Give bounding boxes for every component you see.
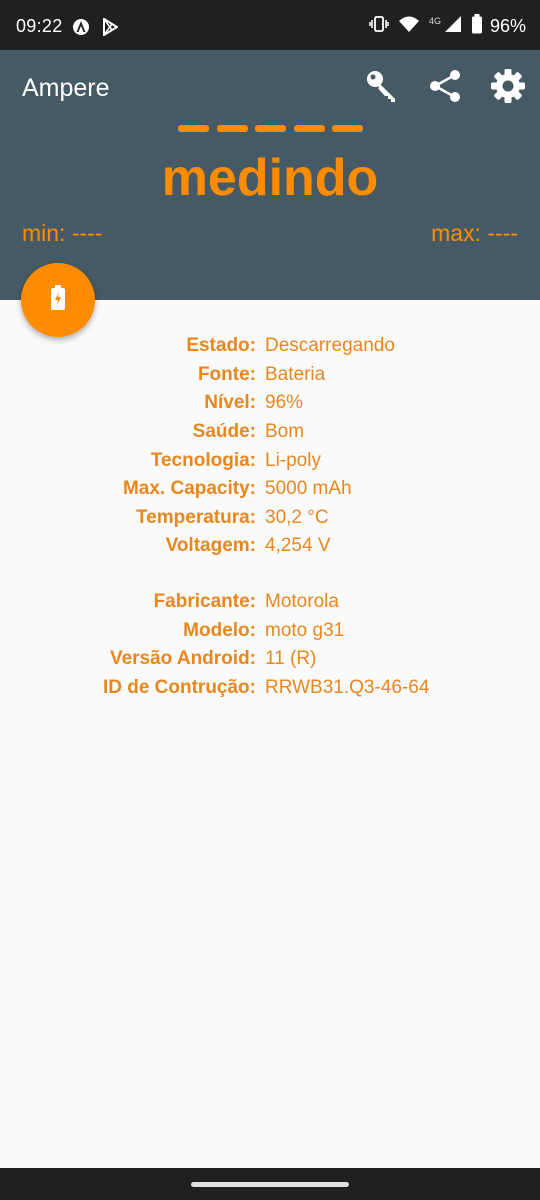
measurement-placeholder-dashes bbox=[178, 125, 363, 135]
list-item: Nível: 96% bbox=[0, 389, 540, 418]
settings-icon bbox=[490, 68, 526, 109]
list-item: Fabricante: Motorola bbox=[0, 588, 540, 617]
status-system-icons: 4G 96% bbox=[369, 14, 526, 39]
info-label: Nível: bbox=[204, 392, 256, 414]
info-label: Fonte: bbox=[197, 363, 256, 385]
info-label: Voltagem: bbox=[165, 535, 256, 557]
status-time: 09:22 bbox=[16, 16, 63, 36]
info-value: 4,254 V bbox=[265, 535, 331, 557]
list-item: Saúde: Bom bbox=[0, 418, 540, 447]
info-value: 5000 mAh bbox=[265, 478, 352, 500]
list-item: Estado: Descarregando bbox=[0, 332, 540, 361]
info-label: Modelo: bbox=[183, 619, 256, 641]
info-label: Max. Capacity: bbox=[122, 478, 256, 500]
info-label: ID de Contrução: bbox=[102, 677, 256, 699]
dash bbox=[178, 125, 209, 132]
navigation-bar bbox=[0, 1168, 540, 1200]
list-item: Max. Capacity: 5000 mAh bbox=[0, 475, 540, 504]
app-header: Ampere medindo min: ---- max: ---- bbox=[0, 50, 540, 300]
list-item: Modelo: moto g31 bbox=[0, 617, 540, 646]
key-icon bbox=[365, 69, 399, 108]
vibrate-icon bbox=[369, 15, 389, 38]
wifi-icon bbox=[398, 15, 420, 38]
home-gesture-handle[interactable] bbox=[191, 1182, 349, 1187]
info-value: Bom bbox=[265, 421, 305, 443]
dash bbox=[293, 125, 325, 132]
info-label: Saúde: bbox=[192, 421, 256, 443]
list-item: Temperatura: 30,2 °C bbox=[0, 504, 540, 533]
info-value: RRWB31.Q3-46-64 bbox=[265, 677, 430, 699]
dash bbox=[216, 125, 248, 132]
info-value: Li-poly bbox=[265, 449, 321, 471]
battery-icon bbox=[471, 14, 483, 39]
info-value: moto g31 bbox=[265, 619, 345, 641]
info-label: Estado: bbox=[186, 335, 256, 357]
app-title: Ampere bbox=[22, 74, 110, 102]
measurement-status: medindo bbox=[161, 149, 379, 207]
info-label: Fabricante: bbox=[153, 591, 256, 613]
share-icon bbox=[428, 69, 462, 108]
info-value: Bateria bbox=[265, 363, 326, 385]
dash bbox=[332, 125, 363, 132]
battery-info-list: Estado: Descarregando Fonte: Bateria Nível… bbox=[0, 332, 540, 561]
network-type: 4G bbox=[428, 15, 441, 26]
info-value: 30,2 °C bbox=[265, 506, 329, 528]
play-store-icon bbox=[102, 17, 119, 41]
device-info-list: Fabricante: Motorola Modelo: moto g31 Vers… bbox=[0, 588, 540, 702]
key-button[interactable] bbox=[362, 68, 402, 108]
info-value: Motorola bbox=[265, 591, 339, 613]
info-value: 11 (R) bbox=[265, 648, 317, 670]
info-label: Versão Android: bbox=[109, 648, 256, 670]
notification-a-icon bbox=[72, 18, 90, 41]
status-notification-icons bbox=[72, 17, 119, 41]
info-value: 96% bbox=[265, 392, 304, 414]
status-bar: 09:22 4G 96% bbox=[0, 0, 540, 50]
share-button[interactable] bbox=[425, 68, 465, 108]
settings-button[interactable] bbox=[488, 68, 528, 108]
battery-charging-icon bbox=[49, 284, 67, 316]
min-value: min: ---- bbox=[22, 220, 103, 246]
max-value: max: ---- bbox=[431, 220, 518, 246]
info-label: Tecnologia: bbox=[150, 449, 256, 471]
battery-fab-button[interactable] bbox=[21, 263, 95, 337]
list-item: Voltagem: 4,254 V bbox=[0, 532, 540, 561]
info-label: Temperatura: bbox=[135, 506, 256, 528]
dash bbox=[255, 125, 286, 132]
list-item: Tecnologia: Li-poly bbox=[0, 446, 540, 475]
list-item: Fonte: Bateria bbox=[0, 361, 540, 390]
list-item: Versão Android: 11 (R) bbox=[0, 645, 540, 674]
battery-percentage: 96% bbox=[489, 16, 526, 36]
signal-icon bbox=[444, 15, 462, 38]
list-item: ID de Contrução: RRWB31.Q3-46-64 bbox=[0, 674, 540, 703]
info-value: Descarregando bbox=[265, 335, 395, 357]
